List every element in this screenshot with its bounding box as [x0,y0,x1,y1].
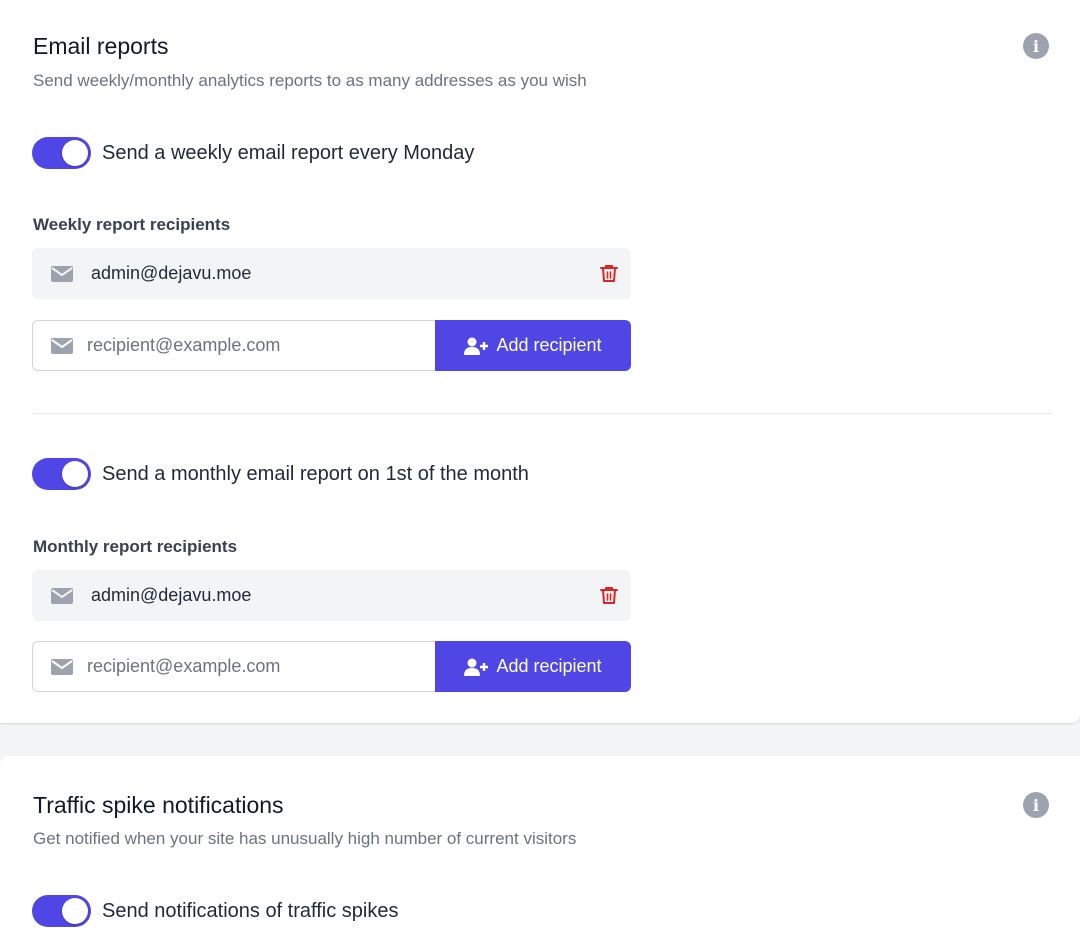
weekly-recipients-label: Weekly report recipients [33,215,231,234]
add-recipient-label: Add recipient [496,335,602,355]
section-divider [33,413,1052,414]
add-recipient-label: Add recipient [496,656,602,676]
monthly-recipients-label: Monthly report recipients [33,537,238,556]
monthly-report-toggle[interactable] [32,458,91,490]
recipient-email: admin@dejavu.moe [91,585,252,605]
section-title-traffic-spikes: Traffic spike notifications [33,792,284,818]
monthly-recipient-item: admin@dejavu.moe [32,570,631,621]
traffic-toggle-label: Send notifications of traffic spikes [102,899,399,922]
trash-icon[interactable] [600,586,618,605]
monthly-add-recipient-button[interactable]: Add recipient [435,641,631,692]
traffic-toggle-row: Send notifications of traffic spikes [32,895,398,927]
weekly-recipient-item: admin@dejavu.moe [32,248,631,299]
recipient-email: admin@dejavu.moe [91,263,252,283]
trash-icon[interactable] [600,264,618,283]
monthly-add-recipient-row: Add recipient [32,641,631,692]
toggle-knob [62,898,88,924]
user-plus-icon [464,658,489,676]
toggle-knob [62,461,88,487]
section-subtitle-traffic-spikes: Get notified when your site has unusuall… [33,829,577,848]
weekly-add-recipient-row: Add recipient [32,320,631,371]
monthly-recipient-input[interactable] [87,656,417,677]
monthly-recipient-input-wrap [32,641,435,692]
section-subtitle-email-reports: Send weekly/monthly analytics reports to… [33,71,587,90]
weekly-recipient-input-wrap [32,320,435,371]
info-icon[interactable]: i [1023,33,1049,59]
monthly-toggle-row: Send a monthly email report on 1st of th… [32,458,529,490]
envelope-icon [51,337,73,354]
weekly-add-recipient-button[interactable]: Add recipient [435,320,631,371]
envelope-icon [51,265,73,282]
weekly-recipient-input[interactable] [87,335,417,356]
info-icon[interactable]: i [1023,792,1049,818]
envelope-icon [51,658,73,675]
weekly-report-toggle[interactable] [32,137,91,169]
email-reports-card: Email reports i Send weekly/monthly anal… [0,0,1080,723]
toggle-knob [62,140,88,166]
monthly-toggle-label: Send a monthly email report on 1st of th… [102,462,529,485]
traffic-spike-toggle[interactable] [32,895,91,927]
envelope-icon [51,587,73,604]
user-plus-icon [464,337,489,355]
weekly-toggle-row: Send a weekly email report every Monday [32,137,474,169]
weekly-toggle-label: Send a weekly email report every Monday [102,141,475,164]
traffic-spike-card: Traffic spike notifications i Get notifi… [0,756,1080,949]
section-title-email-reports: Email reports [33,33,169,59]
